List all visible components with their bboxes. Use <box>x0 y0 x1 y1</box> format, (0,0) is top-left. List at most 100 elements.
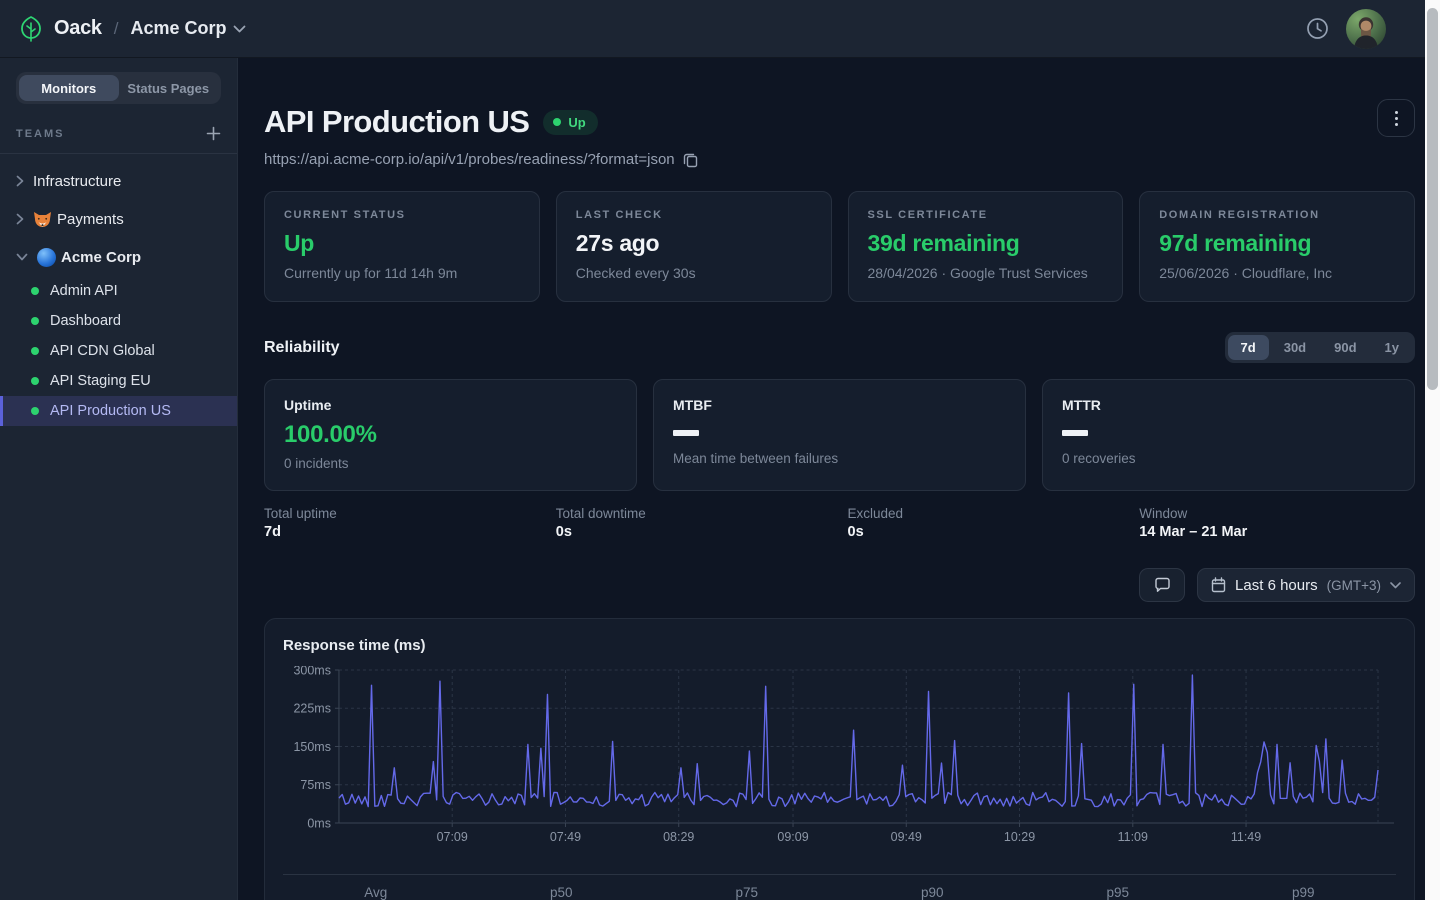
tab-monitors[interactable]: Monitors <box>19 75 119 101</box>
card-uptime: Uptime 100.00% 0 incidents <box>264 379 637 491</box>
kebab-icon <box>1395 111 1398 114</box>
svg-text:300ms: 300ms <box>293 666 330 678</box>
breadcrumb-separator: / <box>114 19 119 39</box>
svg-text:150ms: 150ms <box>293 740 330 754</box>
time-range-dropdown[interactable]: Last 6 hours (GMT+3) <box>1197 568 1415 602</box>
clock-icon <box>1305 16 1330 41</box>
monitor-url[interactable]: https://api.acme-corp.io/api/v1/probes/r… <box>264 151 675 168</box>
team-label: Infrastructure <box>33 173 121 190</box>
chevron-down-icon <box>233 25 246 33</box>
svg-text:08:29: 08:29 <box>663 830 694 844</box>
status-dot-icon <box>553 118 561 126</box>
sidebar-tabs: Monitors Status Pages <box>16 72 221 104</box>
sidebar-monitor-admin-api[interactable]: Admin API <box>0 276 237 306</box>
range-7d-button[interactable]: 7d <box>1228 335 1269 360</box>
monitor-label: Admin API <box>50 283 118 299</box>
main-content: API Production US Up https://api.acme-co… <box>238 58 1440 900</box>
card-last-check: LAST CHECK 27s ago Checked every 30s <box>556 191 832 302</box>
copy-icon[interactable] <box>683 152 698 168</box>
chart-title: Response time (ms) <box>283 637 1396 654</box>
add-team-button[interactable] <box>206 126 221 141</box>
sidebar-item-payments[interactable]: Payments <box>0 200 237 238</box>
timezone-label: (GMT+3) <box>1327 578 1381 593</box>
fox-emoji-icon <box>33 211 52 228</box>
ssl-value: 39d remaining <box>868 230 1104 257</box>
card-domain-registration: DOMAIN REGISTRATION 97d remaining 25/06/… <box>1139 191 1415 302</box>
monitor-label: API Production US <box>50 403 171 419</box>
sidebar: Monitors Status Pages TEAMS Infrastructu <box>0 58 238 900</box>
last-check-value: 27s ago <box>576 230 812 257</box>
card-mttr: MTTR 0 recoveries <box>1042 379 1415 491</box>
logo-leaf-icon[interactable] <box>18 15 44 43</box>
status-badge: Up <box>543 110 597 135</box>
total-downtime: Total downtime 0s <box>556 506 832 540</box>
total-uptime: Total uptime 7d <box>264 506 540 540</box>
chevron-down-icon <box>16 253 28 261</box>
monitor-label: API CDN Global <box>50 343 155 359</box>
uptime-value: 100.00% <box>284 421 617 449</box>
sidebar-monitor-api-production-us[interactable]: API Production US <box>0 396 237 426</box>
time-range-label: Last 6 hours <box>1235 577 1318 594</box>
domain-value: 97d remaining <box>1159 230 1395 257</box>
page-title: API Production US <box>264 104 529 140</box>
mttr-empty-value-bar <box>1062 430 1088 436</box>
svg-text:11:49: 11:49 <box>1231 830 1261 844</box>
monitor-label: API Staging EU <box>50 373 151 389</box>
total-excluded: Excluded 0s <box>848 506 1124 540</box>
plus-icon <box>206 126 221 141</box>
sidebar-item-infrastructure[interactable]: Infrastructure <box>0 162 237 200</box>
status-dot-icon <box>31 377 39 385</box>
blue-ball-icon <box>37 248 56 267</box>
response-time-card: Response time (ms) 300ms 225ms 150ms 75ms 0m… <box>264 618 1415 900</box>
status-dot-icon <box>31 407 39 415</box>
chevron-right-icon <box>16 213 24 225</box>
reliability-range-toggle: 7d 30d 90d 1y <box>1225 332 1415 363</box>
more-options-button[interactable] <box>1377 99 1415 137</box>
range-90d-button[interactable]: 90d <box>1321 335 1369 360</box>
sidebar-monitor-api-staging-eu[interactable]: API Staging EU <box>0 366 237 396</box>
svg-text:225ms: 225ms <box>293 702 330 716</box>
teams-heading: TEAMS <box>16 128 65 140</box>
status-dot-icon <box>31 317 39 325</box>
sidebar-item-acme-corp[interactable]: Acme Corp <box>0 238 237 276</box>
reliability-cards: Uptime 100.00% 0 incidents MTBF Mean tim… <box>264 379 1415 491</box>
team-label: Acme Corp <box>61 249 141 266</box>
svg-text:07:09: 07:09 <box>437 830 468 844</box>
sidebar-monitor-dashboard[interactable]: Dashboard <box>0 306 237 336</box>
svg-text:09:49: 09:49 <box>891 830 922 844</box>
response-time-chart[interactable]: 300ms 225ms 150ms 75ms 0ms 07:09 07:49 08:29 09:… <box>283 666 1396 848</box>
range-1y-button[interactable]: 1y <box>1372 335 1412 360</box>
svg-text:75ms: 75ms <box>300 778 331 792</box>
svg-text:09:09: 09:09 <box>777 830 808 844</box>
annotations-button[interactable] <box>1139 568 1185 602</box>
comment-icon <box>1154 577 1171 593</box>
svg-text:11:09: 11:09 <box>1118 830 1148 844</box>
sidebar-monitor-api-cdn-global[interactable]: API CDN Global <box>0 336 237 366</box>
monitor-label: Dashboard <box>50 313 121 329</box>
app-window: Oack / Acme Corp <box>0 0 1440 900</box>
clock-button[interactable] <box>1305 16 1330 41</box>
org-switcher[interactable]: Acme Corp <box>130 18 245 39</box>
svg-text:07:49: 07:49 <box>550 830 581 844</box>
card-mtbf: MTBF Mean time between failures <box>653 379 1026 491</box>
chart-footer-divider <box>283 874 1396 875</box>
chart-footer-stats: Avg p50 p75 p90 p95 p99 <box>283 885 1396 900</box>
org-name: Acme Corp <box>130 18 226 39</box>
scrollbar-thumb[interactable] <box>1427 8 1438 390</box>
tab-status-pages[interactable]: Status Pages <box>119 75 219 101</box>
card-current-status: CURRENT STATUS Up Currently up for 11d 1… <box>264 191 540 302</box>
sidebar-divider <box>0 153 237 154</box>
svg-text:0ms: 0ms <box>307 816 331 830</box>
top-header: Oack / Acme Corp <box>0 0 1440 58</box>
total-window: Window 14 Mar – 21 Mar <box>1139 506 1415 540</box>
chevron-right-icon <box>16 175 24 187</box>
avatar[interactable] <box>1346 9 1386 49</box>
status-dot-icon <box>31 287 39 295</box>
reliability-heading: Reliability <box>264 339 340 357</box>
team-label: Payments <box>57 211 124 228</box>
brand-name[interactable]: Oack <box>54 17 102 40</box>
card-ssl-certificate: SSL CERTIFICATE 39d remaining 28/04/2026… <box>848 191 1124 302</box>
range-30d-button[interactable]: 30d <box>1271 335 1319 360</box>
status-dot-icon <box>31 347 39 355</box>
page-scrollbar[interactable] <box>1425 0 1440 900</box>
